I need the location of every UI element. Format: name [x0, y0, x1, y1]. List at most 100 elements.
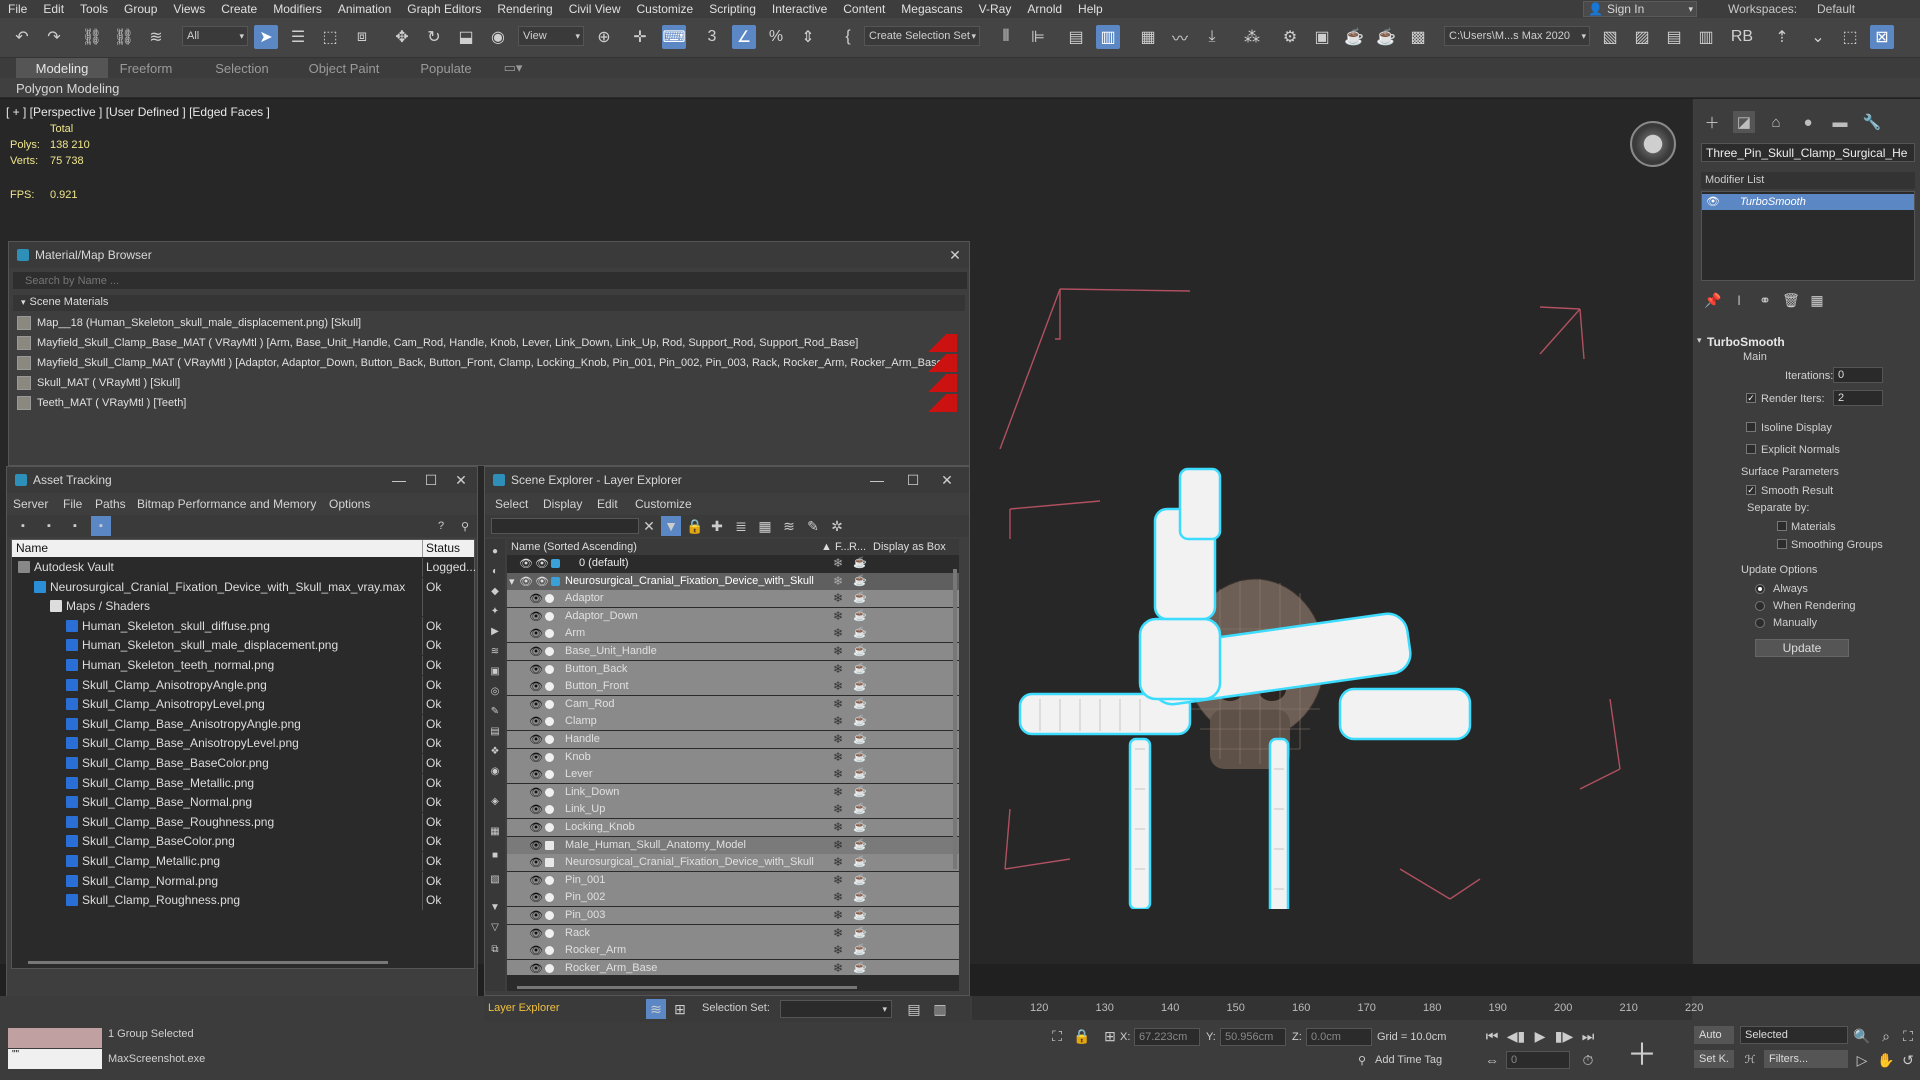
- turbosmooth-rollout-title[interactable]: TurboSmooth: [1707, 335, 1785, 349]
- selection-set-dropdown[interactable]: ▾: [780, 1000, 892, 1018]
- select-all-icon[interactable]: ▦: [485, 821, 505, 841]
- material-item[interactable]: Map__18 (Human_Skeleton_skull_male_displ…: [17, 314, 967, 332]
- menu-customize[interactable]: Customize: [629, 2, 702, 16]
- pin-up-icon[interactable]: ⇡: [1770, 25, 1794, 49]
- maximize-toolbar-icon[interactable]: ⬚: [1838, 25, 1862, 49]
- asset-row[interactable]: Skull_Clamp_Metallic.png Ok: [12, 852, 474, 871]
- visibility-eye-icon[interactable]: 👁: [529, 839, 543, 852]
- pin-stack-icon[interactable]: 📌: [1703, 290, 1723, 310]
- railclone-icon[interactable]: RB: [1730, 25, 1754, 49]
- asset-row[interactable]: Autodesk Vault Logged...: [12, 558, 476, 577]
- pin-icon[interactable]: ⚲: [455, 516, 475, 536]
- freeze-icon[interactable]: ❄: [833, 767, 843, 781]
- freeze-icon[interactable]: ❄: [833, 574, 843, 588]
- select-by-name-icon[interactable]: ☰: [286, 25, 310, 49]
- scene-tree-row[interactable]: 👁 Cam_Rod ❄ ☕: [507, 695, 959, 713]
- tab-modeling[interactable]: Modeling: [16, 58, 108, 78]
- visibility-eye-icon[interactable]: 👁: [529, 786, 543, 799]
- select-manipulate-icon[interactable]: ✛: [628, 25, 652, 49]
- visibility-eye-icon[interactable]: 👁: [535, 557, 549, 570]
- visibility-eye-icon[interactable]: 👁: [529, 927, 543, 940]
- freeze-icon[interactable]: ❄: [833, 697, 843, 711]
- remove-modifier-icon[interactable]: 🗑: [1781, 290, 1801, 310]
- highlight-icon[interactable]: ✎: [803, 516, 823, 536]
- placement-icon[interactable]: ◉: [486, 25, 510, 49]
- freeze-icon[interactable]: ❄: [833, 750, 843, 764]
- bind-spacewarp-icon[interactable]: ≋: [144, 25, 168, 49]
- scene-explorer-titlebar[interactable]: Scene Explorer - Layer Explorer: [485, 467, 969, 493]
- visibility-eye-icon[interactable]: 👁: [529, 962, 543, 975]
- stack-item-turbosmooth[interactable]: TurboSmooth: [1702, 194, 1914, 210]
- freeze-icon[interactable]: ❄: [833, 626, 843, 640]
- when-rendering-radio[interactable]: [1755, 601, 1765, 611]
- scene-tree-row[interactable]: 👁 Pin_003 ❄ ☕: [507, 907, 959, 924]
- frozen-filter-icon[interactable]: ◉: [485, 761, 505, 781]
- visibility-eye-icon[interactable]: 👁: [529, 821, 543, 834]
- asset-row[interactable]: Skull_Clamp_Base_BaseColor.png Ok: [12, 754, 474, 773]
- named-selection-set-dropdown[interactable]: Create Selection Set: [864, 26, 980, 46]
- set-key-plus-icon[interactable]: ＋: [1624, 1034, 1660, 1072]
- scene-tree-row[interactable]: 👁 Pin_001 ❄ ☕: [507, 871, 959, 889]
- scene-tree-row[interactable]: ▾ 👁 👁 Neurosurgical_Cranial_Fixation_Device…: [507, 572, 959, 590]
- renderable-icon[interactable]: ☕: [853, 785, 867, 798]
- visibility-eye-icon[interactable]: 👁: [529, 645, 543, 658]
- select-object-icon[interactable]: ➤: [254, 25, 278, 49]
- visibility-eye-icon[interactable]: 👁: [519, 575, 533, 588]
- material-item[interactable]: Skull_MAT ( VRayMtl ) [Skull]: [17, 374, 967, 392]
- renderable-icon[interactable]: ☕: [853, 556, 867, 569]
- layer-hierarchy-icon[interactable]: ⊞: [670, 999, 690, 1019]
- pivot-icon[interactable]: ⊕: [592, 25, 616, 49]
- project-manager-icon[interactable]: ▨: [1630, 25, 1654, 49]
- goto-end-icon[interactable]: ⏭: [1578, 1026, 1598, 1046]
- tab-object-paint[interactable]: Object Paint: [304, 58, 384, 78]
- spinner-snap-icon[interactable]: ⇕: [796, 25, 820, 49]
- renderable-icon[interactable]: ☕: [853, 732, 867, 745]
- render-iterative-icon[interactable]: ☕: [1374, 25, 1398, 49]
- y-coordinate-field[interactable]: 50.956cm: [1220, 1028, 1286, 1046]
- scene-materials-group[interactable]: ▾ Scene Materials: [13, 295, 965, 311]
- scene-tree-row[interactable]: 👁 Knob ❄ ☕: [507, 748, 959, 766]
- motion-tab-icon[interactable]: ●: [1797, 111, 1819, 133]
- layer-explorer-label[interactable]: Layer Explorer: [488, 1002, 560, 1014]
- renderable-icon[interactable]: ☕: [853, 855, 867, 868]
- help-icon[interactable]: ?: [431, 516, 451, 536]
- maximize-icon[interactable]: ☐: [903, 471, 923, 489]
- viewcube[interactable]: [1630, 121, 1676, 167]
- layer-explorer-icon[interactable]: ▤: [1064, 25, 1088, 49]
- maxscript-listener-mini[interactable]: [8, 1028, 102, 1048]
- renderable-icon[interactable]: ☕: [853, 802, 867, 815]
- shapes-filter-icon[interactable]: ◆: [485, 581, 505, 601]
- freeze-icon[interactable]: ❄: [833, 802, 843, 816]
- menu-group[interactable]: Group: [116, 2, 165, 16]
- menu-scripting[interactable]: Scripting: [701, 2, 764, 16]
- visibility-eye-icon[interactable]: 👁: [529, 733, 543, 746]
- smooth-result-checkbox[interactable]: ✓: [1746, 485, 1756, 495]
- freeze-icon[interactable]: ❄: [833, 732, 843, 746]
- next-frame-icon[interactable]: ▮▶: [1554, 1026, 1574, 1046]
- renderable-icon[interactable]: ☕: [853, 890, 867, 903]
- close-toolbar-icon[interactable]: ⊠: [1870, 25, 1894, 49]
- close-icon[interactable]: ✕: [937, 471, 957, 489]
- menu-help[interactable]: Help: [1070, 2, 1111, 16]
- modifier-list-dropdown[interactable]: Modifier List: [1701, 172, 1915, 189]
- renderable-icon[interactable]: ☕: [853, 961, 867, 974]
- menu-options[interactable]: Options: [329, 497, 370, 511]
- visibility-eye-icon[interactable]: 👁: [519, 557, 533, 570]
- sort-layers-icon[interactable]: ≋: [646, 999, 666, 1019]
- freeze-icon[interactable]: ❄: [833, 820, 843, 834]
- visibility-eye-icon[interactable]: 👁: [529, 874, 543, 887]
- key-mode-icon[interactable]: ⇔: [1482, 1050, 1502, 1070]
- edit-named-selection-icon[interactable]: {: [836, 25, 860, 49]
- funnel-alt-icon[interactable]: ▽: [485, 917, 505, 937]
- current-frame-field[interactable]: 0: [1506, 1051, 1570, 1069]
- key-filter-dropdown[interactable]: Selected: [1740, 1026, 1848, 1044]
- menu-content[interactable]: Content: [835, 2, 893, 16]
- explicit-normals-checkbox[interactable]: [1746, 444, 1756, 454]
- material-browser-titlebar[interactable]: Material/Map Browser: [9, 242, 969, 268]
- visibility-eye-icon[interactable]: 👁: [529, 592, 543, 605]
- renderable-icon[interactable]: ☕: [853, 574, 867, 587]
- object-name-field[interactable]: Three_Pin_Skull_Clamp_Surgical_He: [1701, 143, 1915, 162]
- menu-paths[interactable]: Paths: [95, 497, 126, 511]
- tab-selection[interactable]: Selection: [204, 58, 280, 78]
- freeze-icon[interactable]: ❄: [833, 908, 843, 922]
